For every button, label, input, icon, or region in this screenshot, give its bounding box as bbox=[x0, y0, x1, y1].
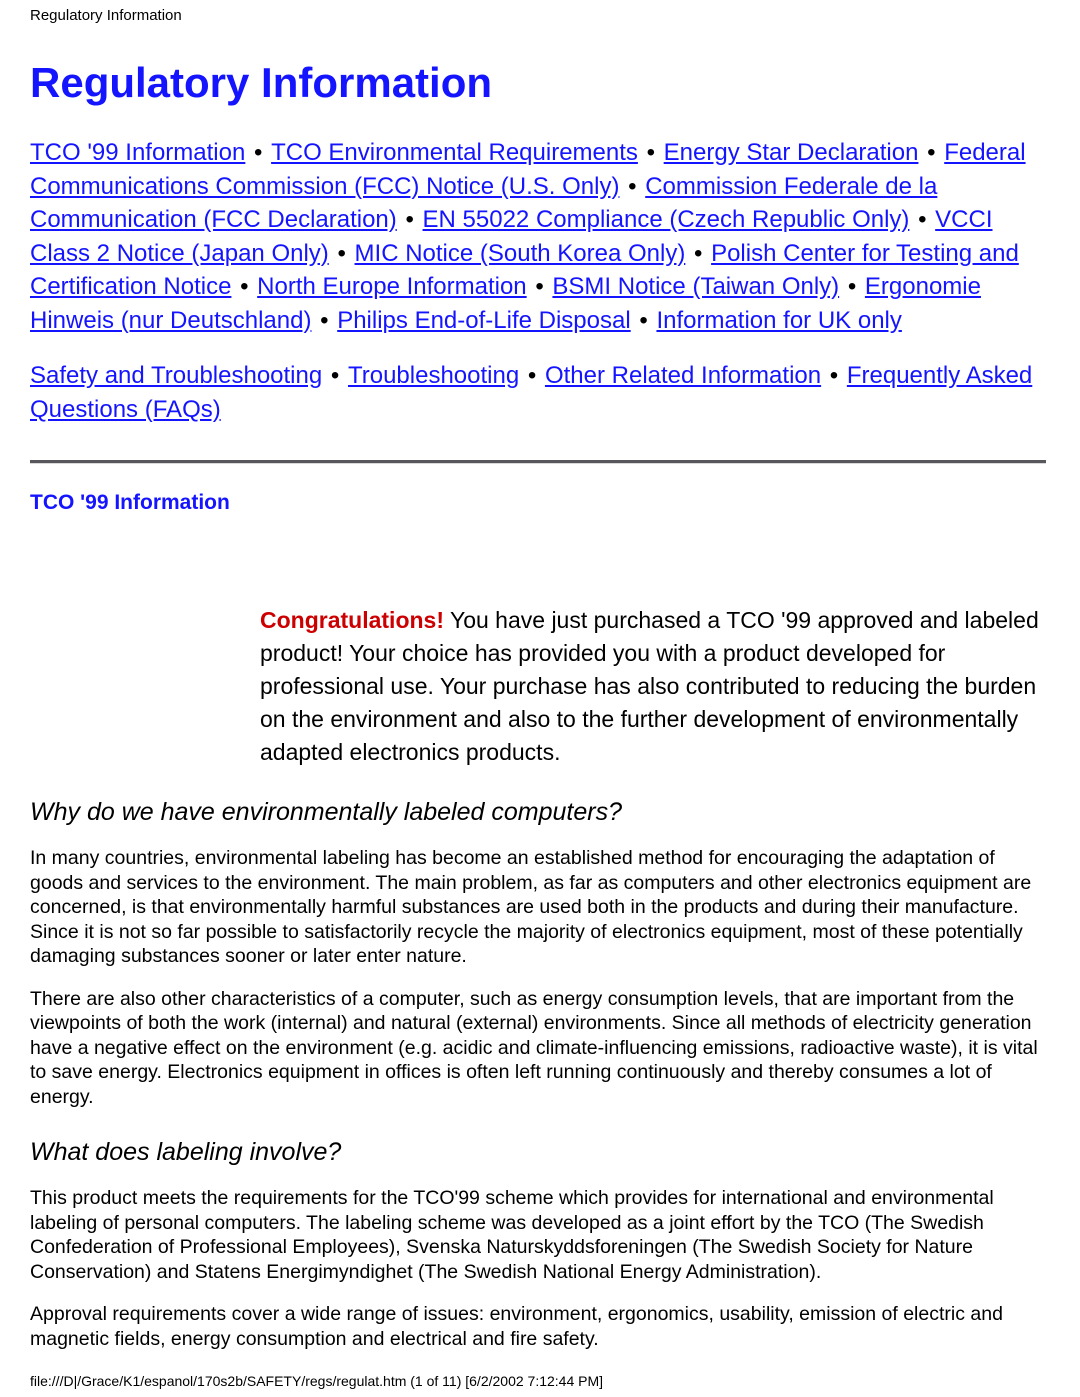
nav-link[interactable]: Energy Star Declaration bbox=[664, 139, 919, 166]
link-separator-bullet-icon: • bbox=[823, 362, 845, 389]
link-separator-bullet-icon: • bbox=[313, 306, 336, 334]
link-separator-bullet-icon: • bbox=[330, 239, 353, 267]
page-header-note: Regulatory Information bbox=[30, 7, 182, 24]
link-separator-bullet-icon: • bbox=[247, 139, 270, 166]
link-separator-bullet-icon: • bbox=[920, 139, 943, 166]
paragraph: In many countries, environmental labelin… bbox=[30, 847, 1032, 967]
nav-link[interactable]: Philips End-of-Life Disposal bbox=[337, 307, 630, 334]
nav-link[interactable]: EN 55022 Compliance (Czech Republic Only… bbox=[423, 206, 910, 233]
nav-link[interactable]: Other Related Information bbox=[545, 362, 821, 389]
nav-link-group-one: TCO '99 Information • TCO Environmental … bbox=[30, 136, 1050, 337]
paragraph: There are also other characteristics of … bbox=[30, 987, 1038, 1108]
link-separator-bullet-icon: • bbox=[521, 362, 543, 389]
page-title: Regulatory Information bbox=[30, 59, 493, 106]
paragraph: This product meets the requirements for … bbox=[30, 1187, 994, 1283]
link-separator-bullet-icon: • bbox=[632, 306, 655, 334]
congratulations-label: Congratulations! bbox=[260, 607, 444, 633]
link-separator-bullet-icon: • bbox=[841, 273, 863, 300]
section-heading-tco99: TCO '99 Information bbox=[30, 491, 230, 514]
subsection-why-labeled: Why do we have environmentally labeled c… bbox=[30, 797, 1050, 1109]
horizontal-divider bbox=[30, 460, 1046, 464]
link-separator-bullet-icon: • bbox=[911, 206, 934, 233]
link-separator-bullet-icon: • bbox=[398, 206, 421, 233]
link-separator-bullet-icon: • bbox=[687, 239, 710, 267]
subsection-heading: Why do we have environmentally labeled c… bbox=[30, 798, 622, 826]
nav-link[interactable]: North Europe Information bbox=[257, 273, 526, 300]
nav-link[interactable]: TCO Environmental Requirements bbox=[271, 139, 638, 166]
status-bar-path: file:///D|/Grace/K1/espanol/170s2b/SAFET… bbox=[30, 1373, 604, 1389]
nav-link[interactable]: Information for UK only bbox=[656, 307, 901, 334]
document-page: Regulatory Information Regulatory Inform… bbox=[0, 0, 1080, 1397]
link-separator-bullet-icon: • bbox=[233, 273, 256, 300]
link-separator-bullet-icon: • bbox=[324, 362, 346, 389]
congratulations-block: Congratulations! You have just purchased… bbox=[260, 604, 1050, 769]
subsection-what-labeling-involves: What does labeling involve? This product… bbox=[30, 1137, 1050, 1351]
document-content: Regulatory Information TCO '99 Informati… bbox=[30, 58, 1050, 1351]
link-separator-bullet-icon: • bbox=[621, 172, 644, 200]
subsection-heading: What does labeling involve? bbox=[30, 1138, 342, 1166]
nav-link[interactable]: TCO '99 Information bbox=[30, 139, 245, 166]
nav-link-group-two: Safety and Troubleshooting • Troubleshoo… bbox=[30, 359, 1050, 426]
paragraph: Approval requirements cover a wide range… bbox=[30, 1303, 1003, 1350]
nav-link[interactable]: BSMI Notice (Taiwan Only) bbox=[552, 273, 839, 300]
nav-link[interactable]: Troubleshooting bbox=[348, 362, 519, 389]
nav-link[interactable]: MIC Notice (South Korea Only) bbox=[355, 240, 686, 267]
nav-link[interactable]: Safety and Troubleshooting bbox=[30, 362, 322, 389]
link-separator-bullet-icon: • bbox=[639, 139, 662, 166]
link-separator-bullet-icon: • bbox=[528, 273, 551, 300]
